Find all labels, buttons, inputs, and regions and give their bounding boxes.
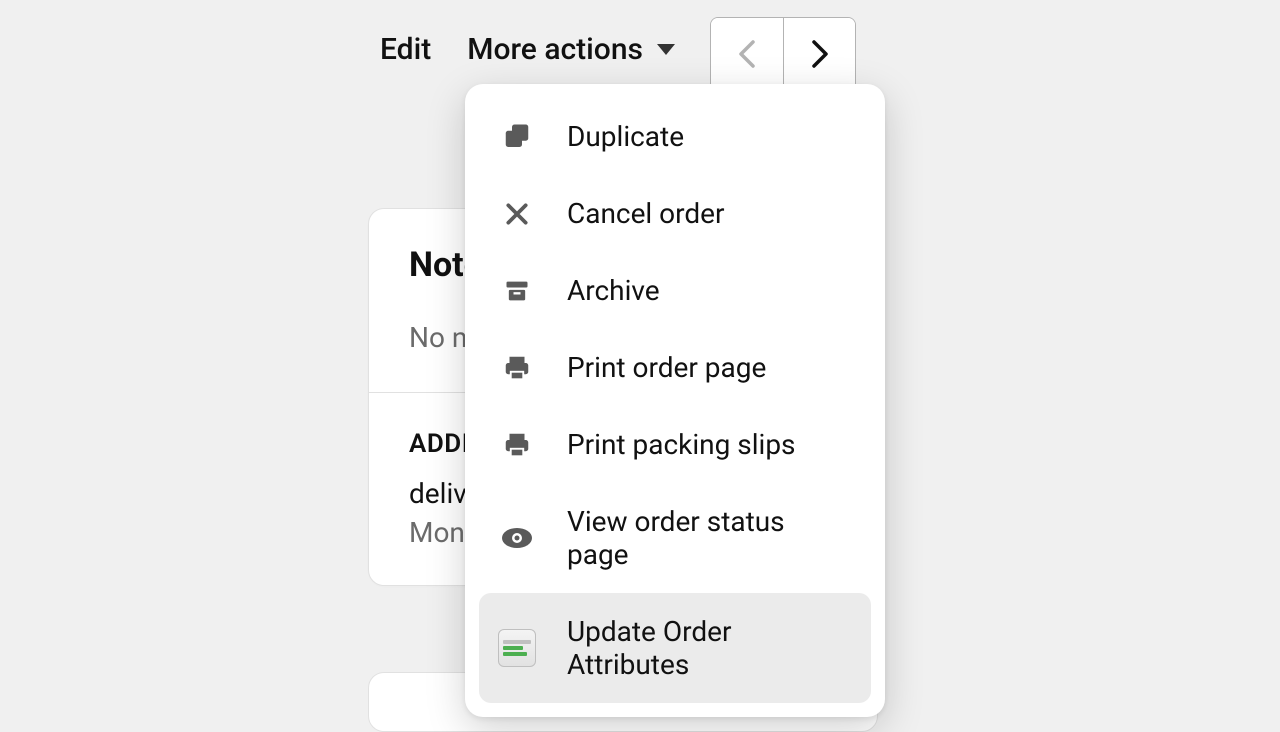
print-icon <box>497 430 537 460</box>
menu-item-label: Duplicate <box>567 120 684 153</box>
more-actions-menu: Duplicate Cancel order Archive Print ord… <box>465 84 885 717</box>
menu-item-label: Archive <box>567 274 660 307</box>
print-icon <box>497 353 537 383</box>
menu-item-update-order-attributes[interactable]: Update Order Attributes <box>479 593 871 703</box>
eye-icon <box>497 527 537 549</box>
next-order-button[interactable] <box>783 18 855 90</box>
order-action-bar: Edit More actions <box>380 32 675 67</box>
close-icon <box>497 201 537 227</box>
chevron-right-icon <box>809 39 831 69</box>
menu-item-print-order[interactable]: Print order page <box>465 329 885 406</box>
edit-link[interactable]: Edit <box>380 32 431 67</box>
menu-item-cancel-order[interactable]: Cancel order <box>465 175 885 252</box>
menu-item-label: Print packing slips <box>567 428 796 461</box>
menu-item-label: Cancel order <box>567 197 725 230</box>
menu-item-duplicate[interactable]: Duplicate <box>465 98 885 175</box>
menu-item-archive[interactable]: Archive <box>465 252 885 329</box>
menu-item-print-packing-slips[interactable]: Print packing slips <box>465 406 885 483</box>
more-actions-label: More actions <box>467 32 643 67</box>
menu-item-label: Print order page <box>567 351 766 384</box>
prev-order-button[interactable] <box>711 18 783 90</box>
menu-item-view-order-status[interactable]: View order status page <box>465 483 885 593</box>
caret-down-icon <box>657 44 675 55</box>
archive-icon <box>497 277 537 305</box>
chevron-left-icon <box>736 39 758 69</box>
order-pagination <box>710 17 856 91</box>
attributes-icon <box>497 629 537 667</box>
menu-item-label: Update Order Attributes <box>567 615 853 681</box>
duplicate-icon <box>497 122 537 152</box>
menu-item-label: View order status page <box>567 505 853 571</box>
more-actions-button[interactable]: More actions <box>467 32 675 67</box>
